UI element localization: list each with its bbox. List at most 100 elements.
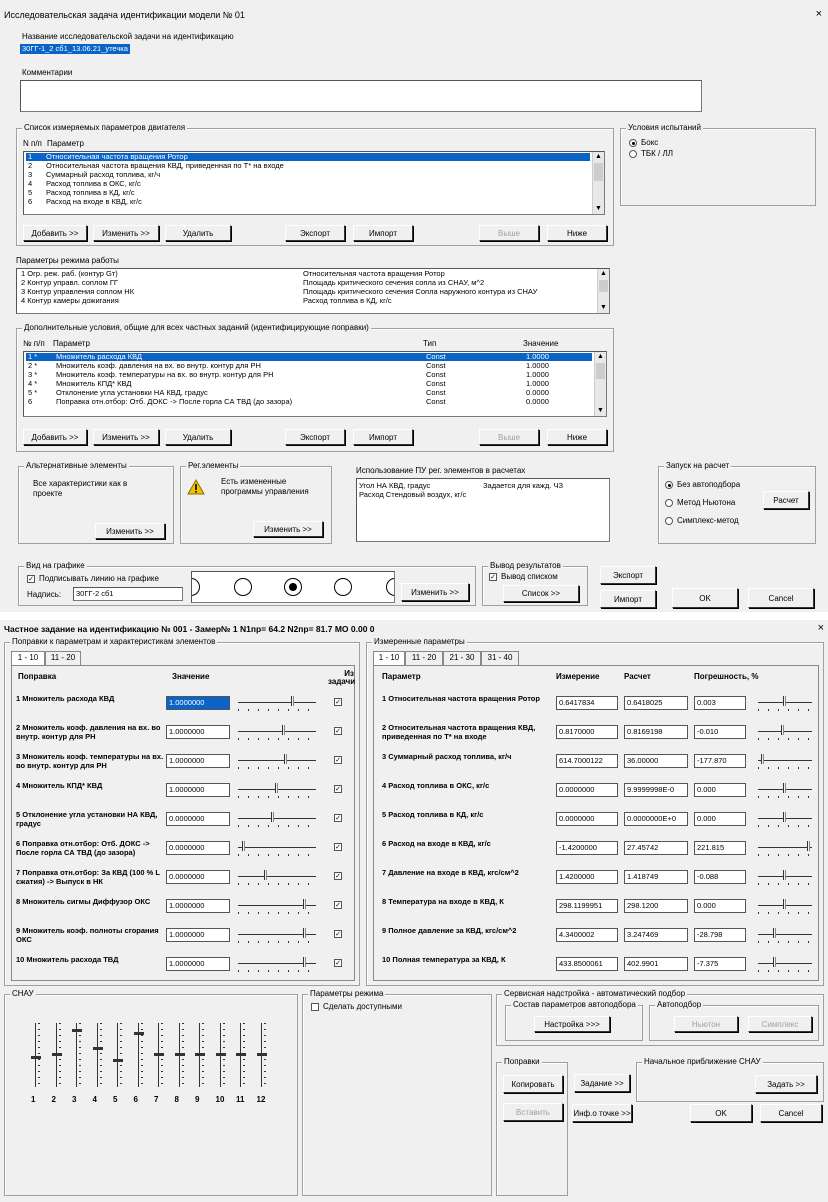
slider-thumb[interactable] xyxy=(783,783,786,793)
slider-thumb[interactable] xyxy=(303,899,306,909)
calculated-value[interactable]: 1.418749 xyxy=(624,870,688,884)
error-value[interactable]: -0.088 xyxy=(694,870,746,884)
delete-button[interactable]: Удалить xyxy=(165,225,231,241)
additional-scrollbar[interactable]: ▲ ▼ xyxy=(594,352,606,416)
measured-value[interactable]: 614.7000122 xyxy=(556,754,618,768)
calculated-value[interactable]: 402.9901 xyxy=(624,957,688,971)
calculated-value[interactable]: 3.247469 xyxy=(624,928,688,942)
point-info-button[interactable]: Инф.о точке >> xyxy=(572,1104,632,1122)
snau-slider[interactable] xyxy=(92,1023,103,1087)
correction-slider[interactable] xyxy=(238,899,316,915)
snau-slider[interactable] xyxy=(236,1023,246,1087)
snau-slider[interactable] xyxy=(195,1023,205,1087)
add-button[interactable]: Добавить >> xyxy=(23,225,87,241)
correction-value-input[interactable]: 0.0000000 xyxy=(166,870,230,884)
error-value[interactable]: -177.870 xyxy=(694,754,746,768)
box-radio[interactable] xyxy=(629,139,637,147)
export-button[interactable]: Экспорт xyxy=(285,225,345,241)
paste-button[interactable]: Вставить xyxy=(503,1103,563,1121)
measured-value[interactable]: 0.8170000 xyxy=(556,725,618,739)
correction-value-input[interactable]: 1.0000000 xyxy=(166,783,230,797)
marker-circle-1[interactable] xyxy=(192,578,200,596)
tbk-radio[interactable] xyxy=(629,150,637,158)
snau-slider[interactable] xyxy=(51,1023,62,1087)
marker-circle-5[interactable] xyxy=(386,578,394,596)
snau-slider[interactable] xyxy=(154,1023,164,1087)
delete-button-2[interactable]: Удалить xyxy=(165,429,231,445)
correction-slider[interactable] xyxy=(238,696,316,712)
set-button[interactable]: Задать >> xyxy=(755,1075,817,1093)
correction-slider[interactable] xyxy=(238,957,316,973)
correction-value-input[interactable]: 1.0000000 xyxy=(166,899,230,913)
snau-slider-thumb[interactable] xyxy=(174,1053,185,1056)
params-list-row[interactable]: 5 Расход топлива в КД, кг/с xyxy=(26,189,590,197)
ok-button[interactable]: OK xyxy=(672,588,738,608)
error-value[interactable]: 0.003 xyxy=(694,696,746,710)
calculated-value[interactable]: 36.00000 xyxy=(624,754,688,768)
slider-thumb[interactable] xyxy=(282,725,285,735)
snau-slider-thumb[interactable] xyxy=(215,1053,226,1056)
snau-slider[interactable] xyxy=(113,1023,123,1087)
params-scrollbar[interactable]: ▲ ▼ xyxy=(592,152,604,214)
mode-list-row[interactable]: 2 Контур управл. соплом ГГ Площадь критич… xyxy=(19,279,595,287)
copy-button[interactable]: Копировать xyxy=(503,1075,563,1093)
params-list-row[interactable]: 6 Расход на входе в КВД, кг/с xyxy=(26,198,590,206)
from-task-checkbox[interactable]: ✓ xyxy=(334,814,342,822)
comment-textarea[interactable] xyxy=(20,80,702,112)
up-button[interactable]: Выше xyxy=(479,225,539,241)
slider-thumb[interactable] xyxy=(807,841,810,851)
no-autofit-radio[interactable] xyxy=(665,481,673,489)
down-button-2[interactable]: Ниже xyxy=(547,429,607,445)
down-button[interactable]: Ниже xyxy=(547,225,607,241)
close-icon-2[interactable]: × xyxy=(818,622,824,634)
calculated-value[interactable]: 0.0000000E+0 xyxy=(624,812,688,826)
sign-line-checkbox[interactable]: ✓ xyxy=(27,575,35,583)
newton-radio[interactable] xyxy=(665,499,673,507)
additional-list-row[interactable]: 4 * Множитель КПД* КВД Const 1.0000 xyxy=(26,380,592,388)
tab-1-10[interactable]: 1 - 10 xyxy=(11,651,45,665)
params-list-row[interactable]: 2 Относительная частота вращения КВД, при… xyxy=(26,162,590,170)
correction-slider[interactable] xyxy=(238,754,316,770)
measured-value[interactable]: 0.0000000 xyxy=(556,783,618,797)
calculated-value[interactable]: 27.45742 xyxy=(624,841,688,855)
list-button[interactable]: Список >> xyxy=(503,585,579,602)
import-results-button[interactable]: Импорт xyxy=(600,590,656,608)
correction-value-input[interactable]: 0.0000000 xyxy=(166,812,230,826)
mode-scrollbar[interactable]: ▲ ▼ xyxy=(597,269,609,313)
correction-value-input[interactable]: 1.0000000 xyxy=(166,928,230,942)
calculated-value[interactable]: 0.6418025 xyxy=(624,696,688,710)
snau-slider-thumb[interactable] xyxy=(31,1056,41,1059)
error-slider[interactable] xyxy=(758,812,812,828)
measured-tab[interactable]: 11 - 20 xyxy=(405,651,443,665)
error-slider[interactable] xyxy=(758,841,812,857)
measured-value[interactable]: -1.4200000 xyxy=(556,841,618,855)
slider-thumb[interactable] xyxy=(275,783,278,793)
task-button[interactable]: Задание >> xyxy=(574,1074,630,1092)
from-task-checkbox[interactable]: ✓ xyxy=(334,698,342,706)
marker-circle-4[interactable] xyxy=(334,578,352,596)
additional-list-row[interactable]: 6 Поправка отн.отбор: Отб. ДОКС -> После … xyxy=(26,398,592,406)
marker-circle-selected[interactable] xyxy=(284,578,302,596)
add-button-2[interactable]: Добавить >> xyxy=(23,429,87,445)
correction-slider[interactable] xyxy=(238,725,316,741)
error-slider[interactable] xyxy=(758,725,812,741)
mode-params-list[interactable]: 1 Огр. реж. раб. (контур Gт) Относительна… xyxy=(16,268,610,314)
list-output-checkbox[interactable]: ✓ xyxy=(489,573,497,581)
params-list[interactable]: 1 Относительная частота вращения Ротор 2 От… xyxy=(23,151,605,215)
up-button-2[interactable]: Выше xyxy=(479,429,539,445)
measured-tab[interactable]: 21 - 30 xyxy=(443,651,481,665)
error-value[interactable]: -0.010 xyxy=(694,725,746,739)
additional-list-row[interactable]: 2 * Множитель коэф. давления на вх. во вн… xyxy=(26,362,592,370)
additional-list-row[interactable]: 5 * Отклонение угла установки НА КВД, гра… xyxy=(26,389,592,397)
snau-slider[interactable] xyxy=(215,1023,226,1087)
reg-change-button[interactable]: Изменить >> xyxy=(253,521,323,537)
measured-value[interactable]: 4.3400002 xyxy=(556,928,618,942)
marker-selector[interactable] xyxy=(191,571,395,603)
make-available-checkbox[interactable] xyxy=(311,1003,319,1011)
graph-change-button[interactable]: Изменить >> xyxy=(401,583,469,601)
export-results-button[interactable]: Экспорт xyxy=(600,566,656,584)
slider-thumb[interactable] xyxy=(284,754,287,764)
snau-slider-thumb[interactable] xyxy=(72,1029,82,1032)
mode-list-row[interactable]: 3 Контур управления соплом НК Площадь кри… xyxy=(19,288,595,296)
tab-11-20[interactable]: 11 - 20 xyxy=(45,651,81,665)
